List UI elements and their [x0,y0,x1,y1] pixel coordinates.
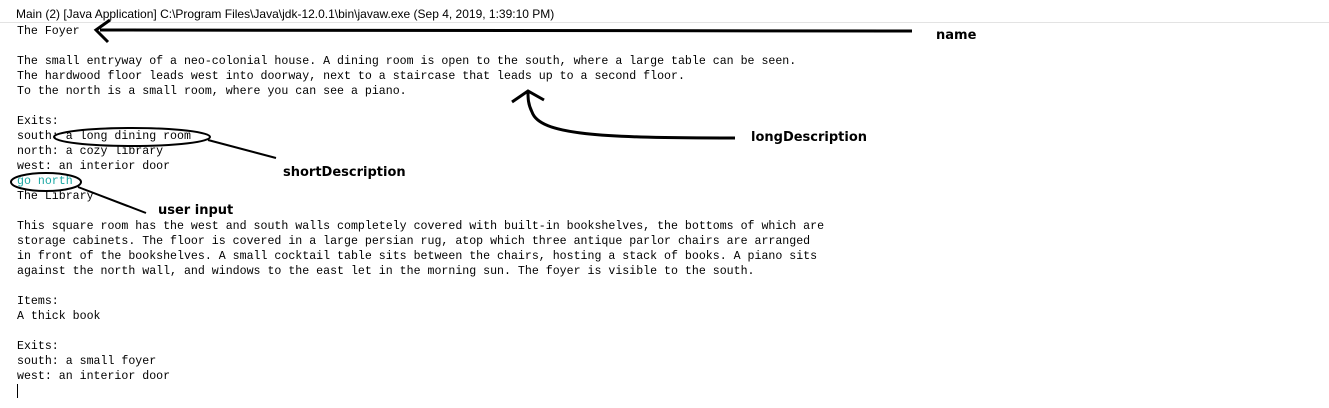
name-arrow [99,28,913,33]
short-description-line [207,139,277,159]
short-description-ellipse [53,127,211,147]
user-input-line [77,186,147,214]
annotation-long-description: longDescription [751,130,868,145]
user-input-ellipse [10,172,82,192]
annotation-user-input: user input [158,203,234,218]
annotation-name: name [936,28,977,43]
annotation-short-description: shortDescription [283,165,406,180]
long-description-arrow [526,91,736,140]
